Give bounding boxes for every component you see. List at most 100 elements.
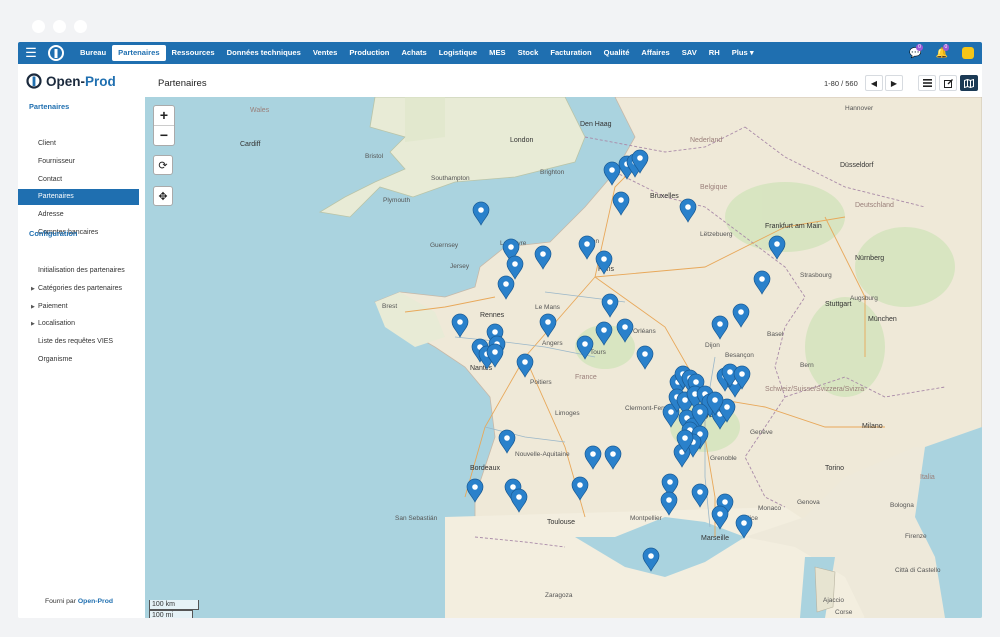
partner-marker-icon[interactable] [732,303,750,328]
sidebar-section-partenaires[interactable]: Partenaires [29,102,69,111]
partner-marker-icon[interactable] [679,198,697,223]
partner-marker-icon[interactable] [578,235,596,260]
previous-page-button[interactable]: ◀ [865,75,883,91]
page-header: Partenaires 1-80 / 560 ◀ ▶ [145,64,982,97]
sidebar-item-label: Client [38,140,56,147]
partner-marker-icon[interactable] [711,315,729,340]
partner-marker-icon[interactable] [753,270,771,295]
pager-count: 1-80 / 560 [824,79,858,88]
partner-marker-icon[interactable] [691,483,709,508]
sidebar-item-items2-0[interactable]: Initialisation des partenaires [18,263,139,279]
menu-item-12[interactable]: Affaires [635,42,675,64]
menu-item-0[interactable]: Bureau [74,42,112,64]
sidebar-item-items1-2[interactable]: Contact [18,172,139,188]
brand-logo[interactable]: Open-Prod [26,73,116,89]
menu-item-6[interactable]: Achats [395,42,432,64]
refresh-icon[interactable]: ⟳ [153,155,173,175]
partner-marker-icon[interactable] [636,345,654,370]
menu-item-1[interactable]: Partenaires [112,45,166,61]
next-page-button[interactable]: ▶ [885,75,903,91]
sidebar-item-items2-3[interactable]: ▶ Localisation [18,316,139,332]
bell-icon[interactable]: 🔔 0 [936,43,950,59]
partner-marker-icon[interactable] [498,429,516,454]
partner-marker-icon[interactable] [768,235,786,260]
form-view-button[interactable] [939,75,957,91]
page-title: Partenaires [158,78,207,89]
zoom-in-button[interactable]: + [154,106,174,125]
sidebar-item-items2-5[interactable]: Organisme [18,352,139,368]
menu-item-10[interactable]: Facturation [544,42,597,64]
sidebar-section-configuration[interactable]: Configuration [29,229,77,238]
partner-marker-icon[interactable] [603,161,621,186]
partner-marker-icon[interactable] [472,201,490,226]
partner-marker-icon[interactable] [451,313,469,338]
brand-name-part1: Open- [46,73,85,89]
menu-item-2[interactable]: Ressources [166,42,221,64]
partner-marker-icon[interactable] [466,478,484,503]
notification-badge: 0 [942,43,950,51]
menu-item-15[interactable]: Plus ▾ [726,42,760,64]
scale-mi: 100 mi [149,610,193,618]
menu-item-11[interactable]: Qualité [598,42,636,64]
footer-brand[interactable]: Open-Prod [78,598,113,605]
sidebar-item-items2-4[interactable]: Liste des requêtes VIES [18,334,139,350]
caret-right-icon: ▶ [31,321,35,328]
window-dot[interactable] [53,20,66,33]
partner-marker-icon[interactable] [497,275,515,300]
sidebar-item-items1-1[interactable]: Fournisseur [18,154,139,170]
partner-marker-icon[interactable] [642,547,660,572]
partner-marker-icon[interactable] [595,321,613,346]
partner-marker-icon[interactable] [571,476,589,501]
partner-marker-icon[interactable] [595,250,613,275]
partner-marker-icon[interactable] [510,488,528,513]
menu-item-13[interactable]: SAV [676,42,703,64]
menu-item-8[interactable]: MES [483,42,511,64]
sidebar-item-label: Catégories des partenaires [38,284,123,292]
partner-marker-icon[interactable] [612,191,630,216]
window-dot[interactable] [74,20,87,33]
zoom-out-button[interactable]: − [154,125,174,145]
partner-marker-icon[interactable] [711,505,729,530]
partner-marker-icon[interactable] [576,335,594,360]
menu-item-9[interactable]: Stock [512,42,545,64]
list-view-button[interactable] [918,75,936,91]
partner-marker-icon[interactable] [735,514,753,539]
open-prod-logo-icon[interactable] [44,42,68,64]
hamburger-menu-icon[interactable]: ☰ [18,45,44,61]
chat-badge: 0 [916,43,923,51]
main-menu: Bureau Partenaires Ressources Données techn… [74,42,760,64]
partner-marker-icon[interactable] [601,293,619,318]
chat-icon[interactable]: 💬 0 [909,43,923,59]
sidebar-item-label: Organisme [38,356,73,363]
user-avatar[interactable] [962,47,974,59]
sidebar-item-items2-2[interactable]: ▶ Paiement [18,299,139,315]
menu-item-14[interactable]: RH [703,42,726,64]
menu-item-5[interactable]: Production [343,42,395,64]
scale-km: 100 km [149,600,199,610]
sidebar-item-label: Contact [38,175,63,183]
partner-marker-icon[interactable] [616,318,634,343]
sidebar-item-items1-4[interactable]: Adresse [18,207,139,223]
partner-marker-icon[interactable] [660,491,678,516]
partner-marker-icon[interactable] [534,245,552,270]
sidebar-item-label: Initialisation des partenaires [38,267,125,274]
menu-item-3[interactable]: Données techniques [221,42,307,64]
move-icon[interactable]: ✥ [153,186,173,206]
sidebar-item-items1-0[interactable]: Client [18,136,139,152]
browser-frame: ☰ Bureau Partenaires Ressources Données tec… [0,0,1000,637]
sidebar: Open-Prod Partenaires Client Fournisseur C… [18,64,146,618]
map-view-button[interactable] [960,75,978,91]
caret-right-icon: ▶ [31,285,35,292]
partner-marker-icon[interactable] [506,255,524,280]
sidebar-item-items2-1[interactable]: ▶ Catégories des partenaires [18,281,139,297]
partner-marker-icon[interactable] [584,445,602,470]
partner-marker-icon[interactable] [539,313,557,338]
partner-marker-icon[interactable] [604,445,622,470]
top-navbar: ☰ Bureau Partenaires Ressources Données tec… [18,42,982,64]
menu-item-7[interactable]: Logistique [433,42,483,64]
partners-map[interactable]: Wales Cardiff London Bristol Plymouth Brighto… [145,97,982,618]
sidebar-item-items1-3[interactable]: Partenaires [18,189,139,206]
window-dot[interactable] [32,20,45,33]
partner-marker-icon[interactable] [516,353,534,378]
menu-item-4[interactable]: Ventes [307,42,343,64]
